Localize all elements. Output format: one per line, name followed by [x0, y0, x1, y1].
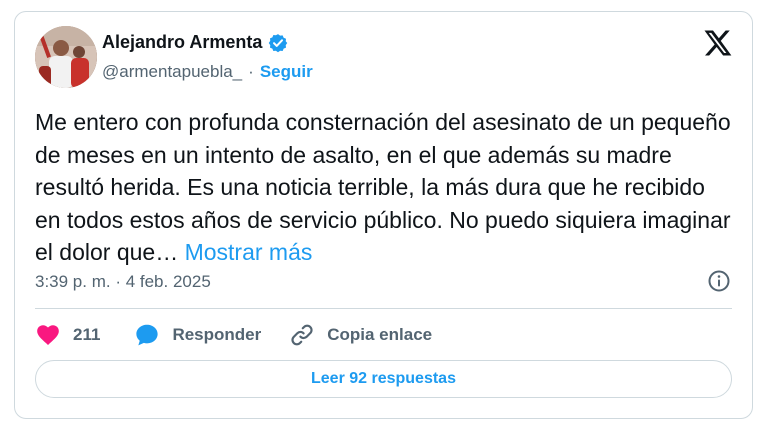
verified-badge-icon [268, 33, 288, 53]
author-name-row: Alejandro Armenta [102, 32, 288, 53]
speech-bubble-icon [134, 322, 160, 348]
divider [35, 308, 732, 309]
reply-label: Responder [172, 325, 262, 344]
tweet-text: Me entero con profunda consternación del… [35, 106, 735, 269]
tweet-timestamp[interactable]: 3:39 p. m. · 4 feb. 2025 [35, 272, 211, 292]
tweet-body: Me entero con profunda consternación del… [35, 109, 731, 265]
heart-icon [35, 322, 61, 348]
copy-link-button[interactable]: Copia enlace [289, 322, 432, 348]
like-button[interactable]: 211 [35, 322, 100, 348]
author-handle[interactable]: @armentapuebla_ [102, 62, 242, 82]
show-more-link[interactable]: Mostrar más [185, 239, 313, 265]
info-icon[interactable] [707, 269, 731, 293]
tweet-card: Alejandro Armenta @armentapuebla_ · Segu… [14, 11, 753, 419]
author-handle-row: @armentapuebla_ · Seguir [102, 62, 313, 82]
action-bar: 211 Responder Copia enlace [35, 320, 432, 350]
author-name[interactable]: Alejandro Armenta [102, 32, 262, 53]
link-icon [289, 322, 315, 348]
reply-button[interactable]: Responder [134, 322, 261, 348]
copy-link-label: Copia enlace [327, 325, 433, 344]
read-replies-button[interactable]: Leer 92 respuestas [35, 360, 732, 398]
like-count: 211 [73, 325, 101, 344]
separator-dot: · [248, 62, 254, 81]
avatar[interactable] [35, 26, 97, 88]
follow-button[interactable]: Seguir [260, 62, 313, 82]
x-logo-icon[interactable] [702, 28, 732, 58]
